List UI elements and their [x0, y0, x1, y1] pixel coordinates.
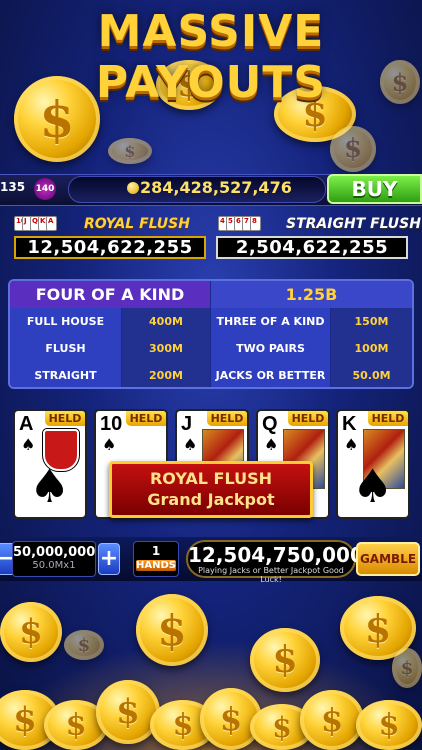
held-badge: HELD: [207, 411, 247, 426]
royal-flush-cards-icon: 10 J Q K A: [14, 216, 57, 231]
win-prize-name: Grand Jackpot: [147, 490, 275, 509]
held-badge: HELD: [288, 411, 328, 426]
level-badge[interactable]: 140: [34, 178, 56, 200]
win-message: Playing Jacks or Better Jackpot Good Luc…: [198, 566, 344, 584]
coin-icon: $: [96, 680, 160, 744]
win-value: 12,504,750,000: [188, 543, 364, 567]
paytable-row: STRAIGHT 200M JACKS OR BETTER 50.0M: [10, 362, 412, 387]
bet-multiplier: 50.0Mx1: [32, 560, 76, 571]
held-badge: HELD: [45, 411, 85, 426]
spade-icon: ♠: [29, 459, 71, 513]
win-banner: ROYAL FLUSH Grand Jackpot: [109, 461, 313, 518]
straight-flush-cards-icon: 4 5 6 7 8: [218, 216, 261, 231]
paytable-row: FULL HOUSE 400M THREE OF A KIND 150M: [10, 308, 412, 335]
coin-icon: $: [330, 126, 376, 172]
royal-flush-label: ROYAL FLUSH: [84, 216, 190, 232]
paytable-hand-name: FOUR OF A KIND: [10, 281, 211, 308]
paytable-hand-name: THREE OF A KIND: [211, 308, 331, 335]
royal-flush-jackpot-value: 12,504,622,255: [14, 236, 206, 259]
paytable-payout: 400M: [122, 308, 211, 335]
spade-icon: ♠: [264, 435, 279, 454]
spade-icon: ♠: [344, 435, 359, 454]
card-rank: Q: [262, 413, 278, 435]
paytable-row: FLUSH 300M TWO PAIRS 100M: [10, 335, 412, 362]
level-text: 135: [0, 180, 26, 194]
coin-icon: $: [300, 690, 364, 750]
paytable-payout: 1.25B: [211, 281, 412, 308]
coin-icon: $: [64, 630, 104, 660]
spade-icon: ♠: [183, 435, 198, 454]
card-rank: K: [342, 413, 357, 435]
coin-icon: $: [108, 138, 152, 164]
coin-icon: [127, 182, 139, 194]
paytable-hand-name: JACKS OR BETTER: [211, 362, 331, 387]
paytable-payout: 100M: [331, 335, 412, 362]
held-badge: HELD: [126, 411, 166, 426]
mini-card: A: [46, 216, 57, 231]
straight-flush-label: STRAIGHT FLUSH: [286, 216, 421, 232]
paytable-hand-name: TWO PAIRS: [211, 335, 331, 362]
card-king-of-spades[interactable]: HELD K ♠ ♠: [336, 409, 410, 519]
paytable: FOUR OF A KIND 1.25B FULL HOUSE 400M THR…: [8, 279, 414, 389]
coin-icon: $: [0, 602, 62, 662]
win-display: 12,504,750,000 Playing Jacks or Better J…: [186, 540, 364, 584]
hands-value: 1: [151, 544, 161, 558]
gamble-button[interactable]: GAMBLE: [356, 542, 420, 576]
promo-title: MASSIVE PAYOUTS: [95, 6, 327, 108]
balance-value: 284,428,527,476: [140, 178, 292, 197]
paytable-payout: 300M: [122, 335, 211, 362]
coin-icon: $: [392, 648, 422, 688]
win-hand-name: ROYAL FLUSH: [149, 469, 272, 488]
paytable-payout: 50.0M: [331, 362, 412, 387]
spade-icon: ♠: [352, 459, 394, 513]
paytable-row: FOUR OF A KIND 1.25B: [10, 281, 412, 308]
card-rank: A: [19, 413, 34, 435]
mini-card: 8: [250, 216, 261, 231]
spade-icon: ♠: [21, 435, 36, 454]
buy-button[interactable]: BUY: [327, 174, 422, 204]
straight-flush-jackpot-value: 2,504,622,255: [216, 236, 408, 259]
card-rank: 10: [100, 413, 123, 435]
spade-icon: ♠: [102, 435, 117, 454]
paytable-hand-name: FULL HOUSE: [10, 308, 122, 335]
card-ace-of-spades[interactable]: HELD A ♠ ♠: [13, 409, 87, 519]
bet-value: 50,000,000: [13, 545, 96, 560]
hands-label: HANDS: [136, 560, 176, 571]
card-rank: J: [181, 413, 193, 435]
coin-icon: $: [250, 628, 320, 692]
coin-icon: $: [136, 594, 208, 666]
paytable-hand-name: STRAIGHT: [10, 362, 122, 387]
coin-icon: $: [356, 700, 422, 750]
hands-selector[interactable]: 1 HANDS: [133, 541, 179, 577]
paytable-payout: 200M: [122, 362, 211, 387]
paytable-hand-name: FLUSH: [10, 335, 122, 362]
held-badge: HELD: [368, 411, 408, 426]
bet-display: 50,000,000 50.0Mx1: [12, 541, 96, 577]
paytable-payout: 150M: [331, 308, 412, 335]
increase-bet-button[interactable]: +: [98, 543, 120, 575]
